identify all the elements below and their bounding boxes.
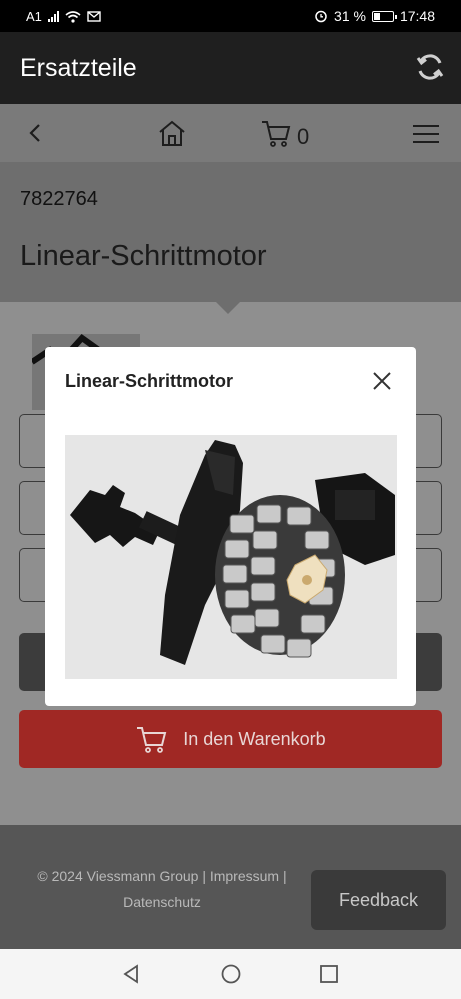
modal-title: Linear-Schrittmotor: [65, 371, 234, 391]
cart-icon: [137, 727, 167, 753]
system-navigation-bar: [0, 949, 461, 999]
footer: © 2024 Viessmann Group | Impressum | Dat…: [0, 825, 461, 949]
cart-icon[interactable]: [260, 118, 292, 148]
footer-links: © 2024 Viessmann Group | Impressum | Dat…: [22, 863, 302, 915]
feedback-button[interactable]: Feedback: [311, 870, 446, 930]
refresh-icon[interactable]: [415, 52, 445, 82]
battery-percent: 31 %: [334, 8, 366, 24]
product-number: 7822764: [20, 188, 98, 210]
back-icon[interactable]: [24, 122, 46, 144]
signal-icon: [47, 11, 59, 22]
footer-line-1[interactable]: © 2024 Viessmann Group | Impressum |: [22, 863, 302, 889]
back-triangle-icon[interactable]: [120, 963, 142, 985]
hamburger-menu-icon[interactable]: [413, 124, 439, 144]
product-image: [65, 435, 397, 679]
mail-icon: [87, 11, 101, 22]
footer-line-2[interactable]: Datenschutz: [22, 889, 302, 915]
battery-icon: [371, 10, 397, 22]
app-header: Ersatzteile: [0, 32, 461, 104]
wifi-icon: [65, 10, 81, 23]
app-title: Ersatzteile: [20, 54, 137, 82]
image-modal: Linear-Schrittmotor: [45, 347, 416, 706]
status-bar: A1 31 % 17:48: [0, 0, 461, 32]
home-circle-icon[interactable]: [220, 963, 242, 985]
add-to-cart-button[interactable]: In den Warenkorb: [19, 710, 442, 768]
home-icon[interactable]: [157, 118, 187, 148]
recents-square-icon[interactable]: [318, 963, 340, 985]
clock: 17:48: [399, 8, 435, 24]
alarm-icon: [315, 10, 327, 23]
navigation-bar: 0: [0, 104, 461, 162]
cart-count: 0: [297, 124, 310, 149]
close-icon[interactable]: [372, 371, 392, 391]
add-to-cart-label: In den Warenkorb: [183, 728, 326, 749]
product-header: 7822764 Linear-Schrittmotor: [0, 162, 461, 302]
header-notch: [214, 300, 242, 314]
carrier-label: A1: [26, 9, 42, 24]
product-name: Linear-Schrittmotor: [20, 240, 267, 272]
